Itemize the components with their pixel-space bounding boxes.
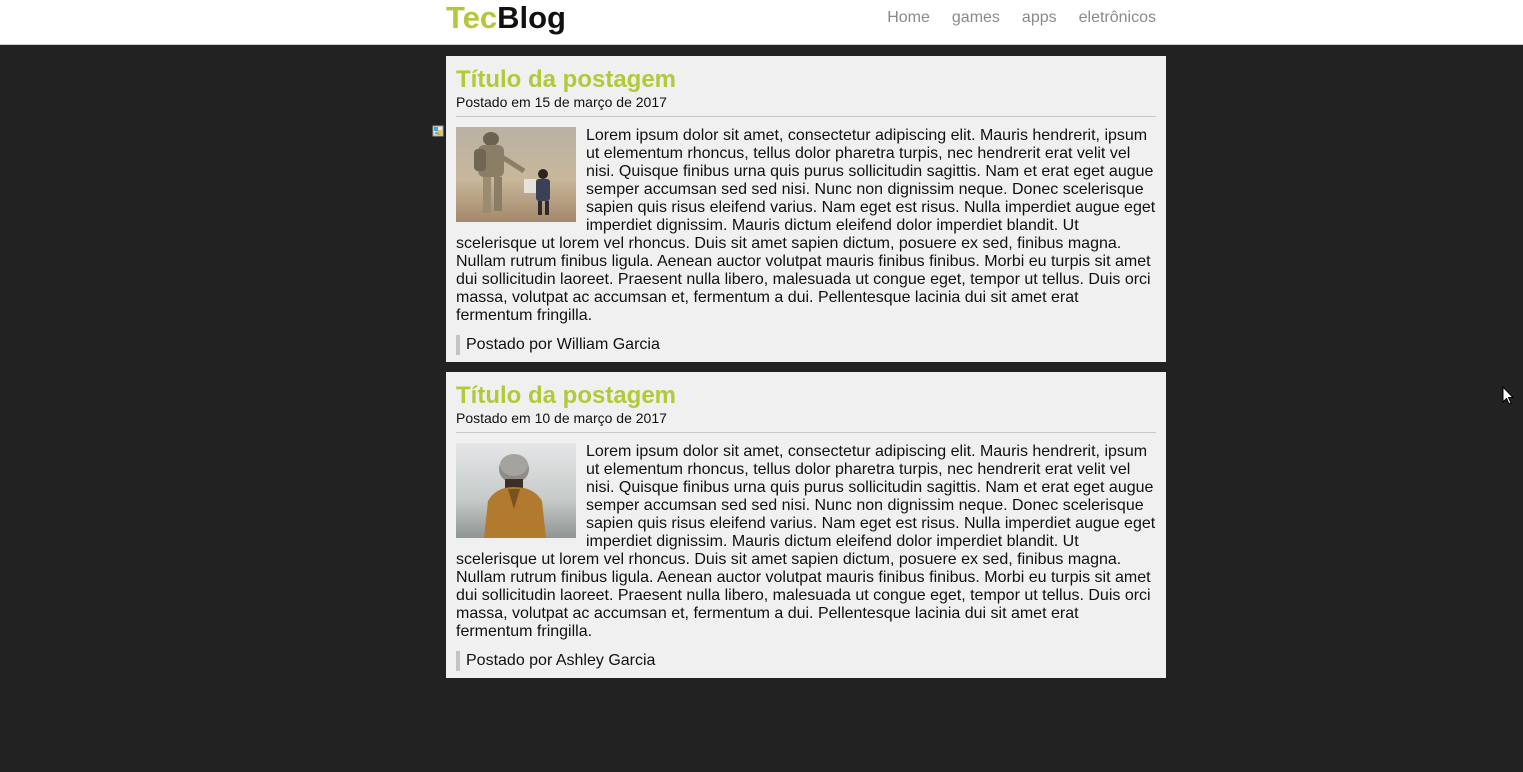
post-body: Lorem ipsum dolor sit amet, consectetur … <box>456 127 1156 325</box>
post-thumbnail-person-hoodie <box>456 443 576 538</box>
nav-link-games[interactable]: games <box>952 9 1000 27</box>
mouse-cursor-icon <box>1502 386 1514 405</box>
post-author: Postado por Ashley Garcia <box>456 651 1156 671</box>
post-title[interactable]: Título da postagem <box>456 382 1156 410</box>
post-title[interactable]: Título da postagem <box>456 66 1156 94</box>
broken-image-icon <box>432 125 444 137</box>
top-navbar: TecBlog Home games apps eletrônicos <box>0 0 1523 45</box>
logo-part-blog: Blog <box>497 0 566 35</box>
post-date: Postado em 15 de março de 2017 <box>456 94 1156 117</box>
main-nav: Home games apps eletrônicos <box>887 9 1156 27</box>
nav-link-apps[interactable]: apps <box>1022 9 1057 27</box>
blog-post: Título da postagem Postado em 15 de març… <box>446 56 1166 362</box>
post-date: Postado em 10 de março de 2017 <box>456 410 1156 433</box>
blog-post: Título da postagem Postado em 10 de març… <box>446 372 1166 678</box>
post-author: Postado por William Garcia <box>456 335 1156 355</box>
nav-link-eletronicos[interactable]: eletrônicos <box>1079 9 1156 27</box>
post-thumbnail-soldier-child <box>456 127 576 222</box>
post-body: Lorem ipsum dolor sit amet, consectetur … <box>456 443 1156 641</box>
nav-link-home[interactable]: Home <box>887 9 930 27</box>
logo-part-tec: Tec <box>446 0 498 35</box>
site-logo[interactable]: TecBlog <box>446 0 566 36</box>
